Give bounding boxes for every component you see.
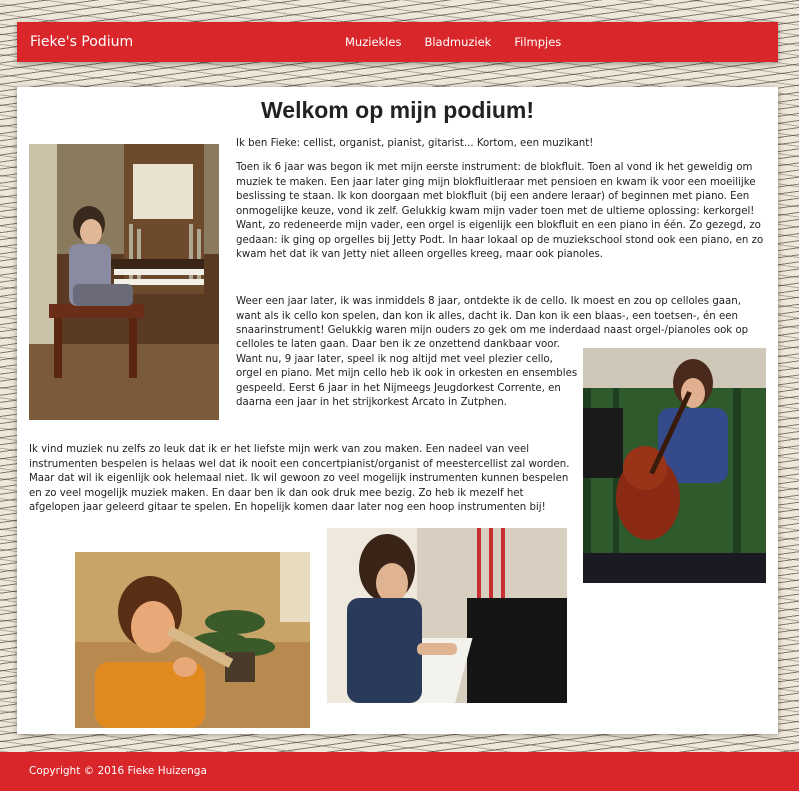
paragraph-2-top: Weer een jaar later, ik was inmiddels 8 … <box>236 296 749 336</box>
main-content: Welkom op mijn podium! Ik ben Fieke: cel… <box>17 87 778 734</box>
paragraph-2-bottom: celloles te laten gaan. Daar ben ik ze o… <box>236 339 578 408</box>
nav-link-bladmuziek[interactable]: Bladmuziek <box>424 22 491 62</box>
navbar: Fieke's Podium Muziekles Bladmuziek Film… <box>17 22 778 62</box>
paragraph-3: Ik vind muziek nu zelfs zo leuk dat ik e… <box>29 444 570 513</box>
footer: Copyright © 2016 Fieke Huizenga <box>0 752 799 791</box>
recorder-photo <box>75 552 310 728</box>
page-title: Welkom op mijn podium! <box>260 97 534 123</box>
brand-link[interactable]: Fieke's Podium <box>30 22 133 62</box>
piano-photo <box>327 528 567 703</box>
cello-photo <box>583 348 766 583</box>
copyright-text: Copyright © 2016 Fieke Huizenga <box>29 765 207 777</box>
nav-link-filmpjes[interactable]: Filmpjes <box>514 22 561 62</box>
nav-menu: Muziekles Bladmuziek Filmpjes <box>345 22 584 62</box>
intro-text: Ik ben Fieke: cellist, organist, pianist… <box>236 138 594 149</box>
paragraph-1: Toen ik 6 jaar was begon ik met mijn eer… <box>236 162 764 260</box>
nav-link-muziekles[interactable]: Muziekles <box>345 22 401 62</box>
organ-photo <box>29 144 219 420</box>
